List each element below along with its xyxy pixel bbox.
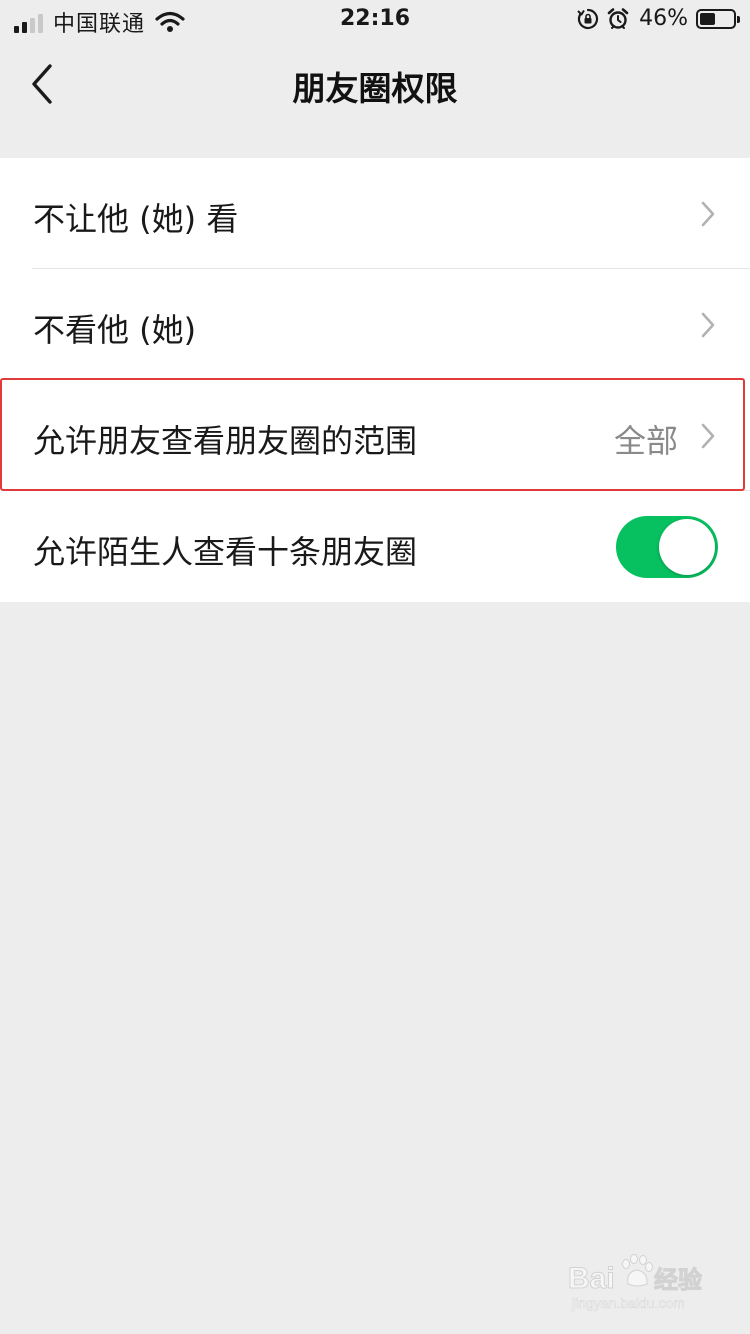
settings-list: 不让他 (她) 看 不看他 (她) 允许朋友查看朋友圈的范围 全部 允许陌生人查… <box>0 158 750 602</box>
nav-bar: 朋友圈权限 <box>0 40 750 128</box>
status-bar: 中国联通 22:16 46% <box>0 0 750 40</box>
settings-row-friends-view-range[interactable]: 允许朋友查看朋友圈的范围 全部 <box>0 380 750 491</box>
chevron-right-icon <box>701 201 715 227</box>
svg-text:Bai: Bai <box>568 1262 615 1295</box>
status-bar-right: 46% <box>577 6 740 31</box>
toggle-knob <box>659 519 715 575</box>
orientation-lock-icon <box>577 8 599 29</box>
page-title: 朋友圈权限 <box>292 69 458 108</box>
chevron-right-icon <box>701 423 715 449</box>
row-label: 允许陌生人查看十条朋友圈 <box>33 533 418 571</box>
row-value: 全部 <box>613 422 678 460</box>
row-label: 不看他 (她) <box>33 311 197 349</box>
strangers-view-toggle[interactable] <box>616 516 718 578</box>
baidu-jingyan-watermark-logo: Bai 经验 jingyan.baidu.com <box>568 1254 703 1311</box>
row-label: 不让他 (她) 看 <box>33 200 239 238</box>
alarm-icon <box>607 7 629 29</box>
settings-row-hide-their-moments[interactable]: 不看他 (她) <box>0 269 750 380</box>
battery-icon <box>696 8 740 29</box>
chevron-right-icon <box>701 312 715 338</box>
svg-text:jingyan.baidu.com: jingyan.baidu.com <box>571 1295 685 1311</box>
settings-row-hide-my-moments[interactable]: 不让他 (她) 看 <box>0 158 750 269</box>
battery-fill <box>700 12 715 25</box>
battery-percent: 46% <box>639 6 688 31</box>
svg-text:经验: 经验 <box>654 1266 702 1294</box>
row-label: 允许朋友查看朋友圈的范围 <box>33 422 418 460</box>
settings-row-strangers-view-ten: 允许陌生人查看十条朋友圈 <box>0 491 750 602</box>
